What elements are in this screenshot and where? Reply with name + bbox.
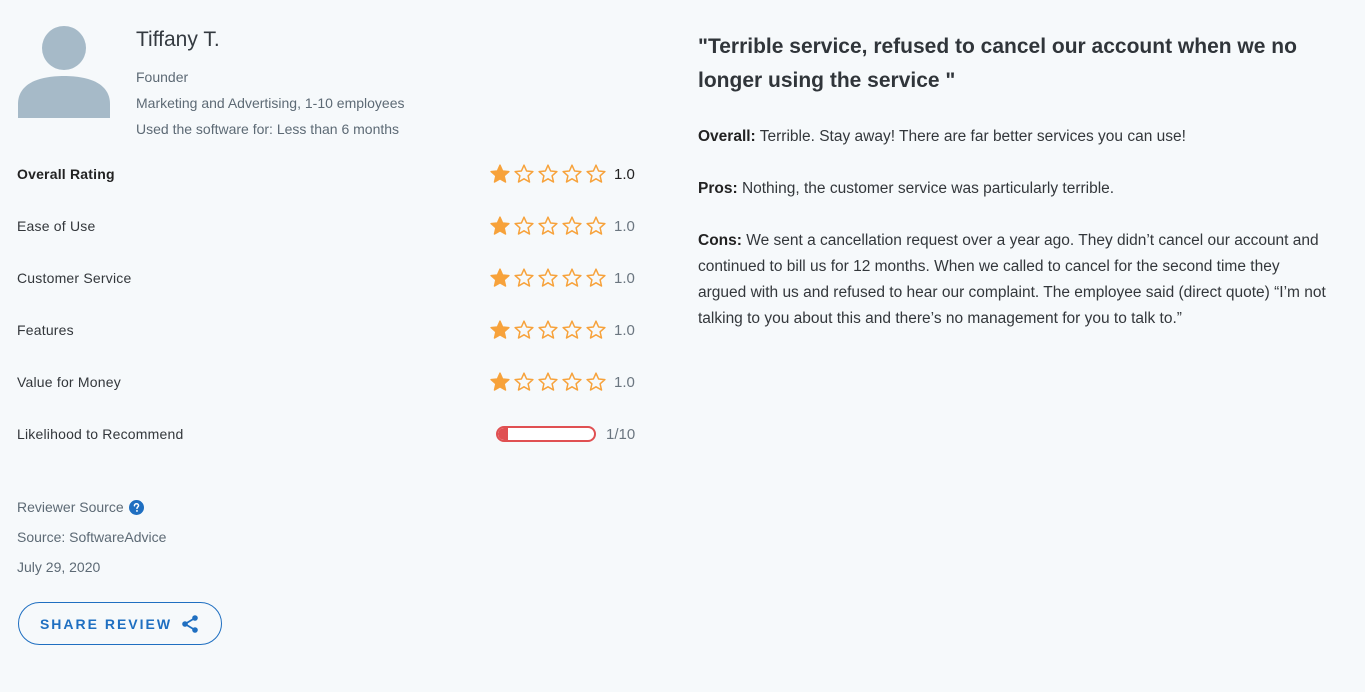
- avatar-placeholder-icon: [18, 26, 110, 118]
- rating-row-likelihood-to-recommend: Likelihood to Recommend 1/10: [17, 421, 642, 447]
- star-empty-icon: [586, 320, 606, 339]
- rating-label: Likelihood to Recommend: [17, 426, 184, 442]
- reviewer-profile: Tiffany T. Founder Marketing and Adverti…: [136, 26, 404, 142]
- rating-label: Features: [17, 322, 74, 338]
- rating-row-overall: Overall Rating 1.0: [17, 161, 642, 187]
- star-empty-icon: [538, 164, 558, 183]
- rating-row-value-for-money: Value for Money 1.0: [17, 369, 642, 395]
- star-filled-icon: [490, 268, 510, 287]
- reviewer-usage: Used the software for: Less than 6 month…: [136, 121, 400, 137]
- share-review-button[interactable]: SHARE REVIEW: [18, 602, 222, 645]
- star-empty-icon: [514, 164, 534, 183]
- star-empty-icon: [538, 216, 558, 235]
- star-filled-icon: [490, 164, 510, 183]
- star-empty-icon: [538, 268, 558, 287]
- review-content: "Terrible service, refused to cancel our…: [698, 30, 1328, 358]
- rating-row-customer-service: Customer Service 1.0: [17, 265, 642, 291]
- rating-value: 1.0: [614, 217, 635, 235]
- review-overall: Overall: Terrible. Stay away! There are …: [698, 124, 1328, 150]
- star-empty-icon: [562, 268, 582, 287]
- star-empty-icon: [514, 216, 534, 235]
- star-empty-icon: [586, 372, 606, 391]
- star-rating: [490, 268, 606, 288]
- share-icon: [182, 614, 198, 633]
- share-review-label: SHARE REVIEW: [39, 615, 173, 632]
- star-rating: [490, 372, 606, 392]
- star-filled-icon: [490, 372, 510, 391]
- reviewer-company: Marketing and Advertising, 1-10 employee…: [136, 95, 405, 111]
- review-title: "Terrible service, refused to cancel our…: [698, 35, 1297, 92]
- cons-label: Cons:: [698, 232, 742, 249]
- star-empty-icon: [586, 216, 606, 235]
- rating-row-ease-of-use: Ease of Use 1.0: [17, 213, 642, 239]
- star-empty-icon: [562, 320, 582, 339]
- source-block: Reviewer Source Source: SoftwareAdvice J…: [17, 492, 166, 582]
- star-empty-icon: [562, 164, 582, 183]
- reviewer-source-line: Reviewer Source: [17, 492, 166, 522]
- cons-text: We sent a cancellation request over a ye…: [698, 232, 1326, 327]
- star-rating: [490, 164, 606, 184]
- overall-label: Overall:: [698, 128, 756, 145]
- rating-value: 1.0: [614, 165, 635, 183]
- recommend-bar: [496, 426, 596, 442]
- review-pros: Pros: Nothing, the customer service was …: [698, 176, 1328, 202]
- rating-value: 1.0: [614, 269, 635, 287]
- star-filled-icon: [490, 320, 510, 339]
- recommend-value: 1/10: [606, 425, 636, 443]
- source-text: Source: SoftwareAdvice: [17, 529, 167, 545]
- rating-label: Ease of Use: [17, 218, 96, 234]
- star-empty-icon: [586, 268, 606, 287]
- question-circle-icon[interactable]: [128, 499, 144, 515]
- rating-label: Value for Money: [17, 374, 121, 390]
- star-empty-icon: [586, 164, 606, 183]
- star-filled-icon: [490, 216, 510, 235]
- reviewer-role: Founder: [136, 69, 189, 85]
- star-empty-icon: [562, 216, 582, 235]
- review-cons: Cons: We sent a cancellation request ove…: [698, 228, 1328, 332]
- pros-label: Pros:: [698, 180, 738, 197]
- rating-value: 1.0: [614, 321, 635, 339]
- recommend-bar-fill: [498, 428, 508, 440]
- pros-text: Nothing, the customer service was partic…: [741, 180, 1115, 197]
- star-rating: [490, 216, 606, 236]
- reviewer-name: Tiffany T.: [136, 28, 220, 51]
- reviewer-source-label: Reviewer Source: [17, 499, 124, 515]
- overall-text: Terrible. Stay away! There are far bette…: [759, 128, 1186, 145]
- star-empty-icon: [514, 320, 534, 339]
- rating-label: Overall Rating: [17, 166, 115, 182]
- star-empty-icon: [562, 372, 582, 391]
- rating-row-features: Features 1.0: [17, 317, 642, 343]
- rating-label: Customer Service: [17, 270, 132, 286]
- star-rating: [490, 320, 606, 340]
- star-empty-icon: [538, 372, 558, 391]
- star-empty-icon: [514, 372, 534, 391]
- star-empty-icon: [538, 320, 558, 339]
- star-empty-icon: [514, 268, 534, 287]
- review-date: July 29, 2020: [17, 559, 101, 575]
- rating-value: 1.0: [614, 373, 635, 391]
